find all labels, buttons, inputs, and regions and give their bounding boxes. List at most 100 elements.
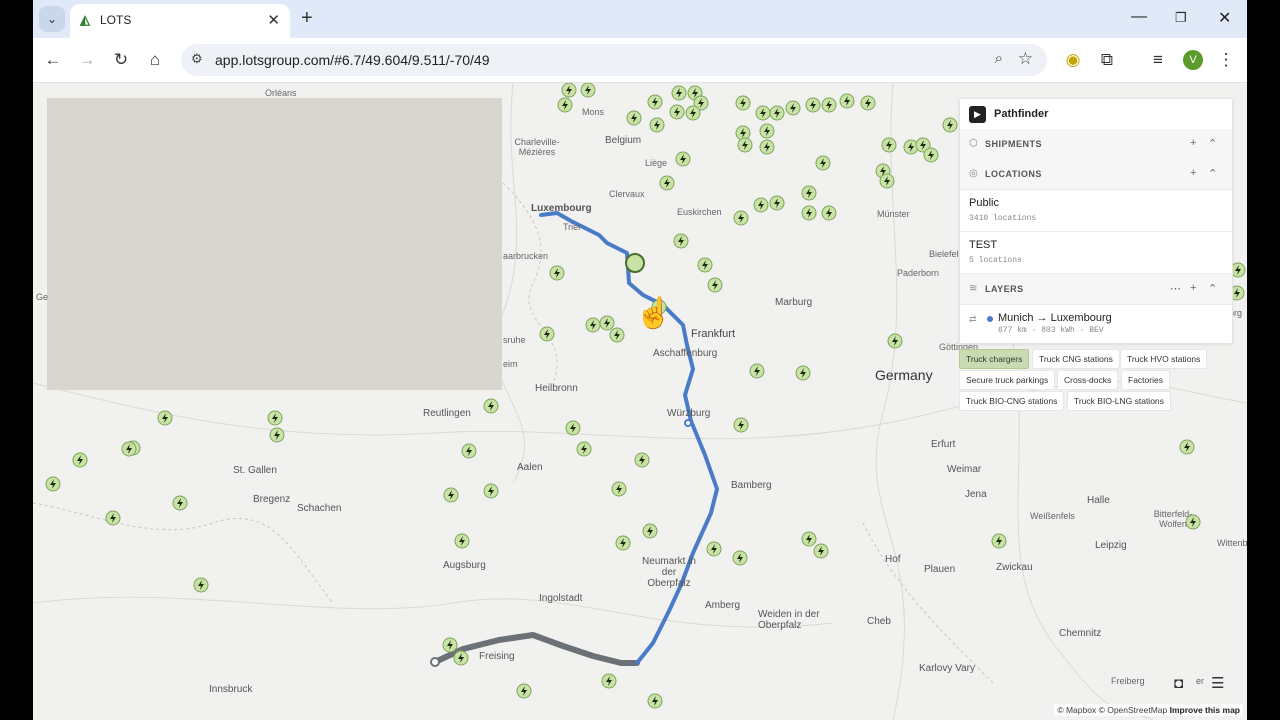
assistant-bot-icon[interactable]: ◘	[1174, 675, 1183, 692]
map-label-munster: Münster	[877, 209, 910, 219]
filter-chip-truck-chargers[interactable]: Truck chargers	[959, 349, 1030, 369]
extension-icon[interactable]: ◉	[1061, 48, 1085, 72]
home-icon[interactable]: ⌂	[143, 48, 167, 72]
filter-chip-truck-hvo[interactable]: Truck HVO stations	[1120, 349, 1208, 369]
map-label-bitterfeld: Bitterfeld-Wolfen	[1153, 509, 1193, 529]
map-label-aschaffenburg: Aschaffenburg	[653, 348, 718, 359]
filter-chip-secure-parkings[interactable]: Secure truck parkings	[959, 370, 1056, 390]
collapse-locations-icon[interactable]: ⌃	[1208, 167, 1217, 180]
zoom-icon[interactable]: ⌕	[995, 50, 1003, 67]
minimize-icon[interactable]: —	[1131, 8, 1147, 26]
media-control-icon[interactable]: ≡	[1146, 48, 1170, 72]
blank-overlay-panel	[47, 98, 502, 390]
map-label-heilbronn: Heilbronn	[535, 383, 578, 394]
map-label-luxembourg: Luxembourg	[531, 203, 592, 214]
map-label-wurzburg: Würzburg	[667, 408, 711, 419]
layer-color-dot	[987, 316, 993, 322]
forward-icon[interactable]: →	[75, 48, 99, 72]
extensions-puzzle-icon[interactable]: ⧉	[1095, 48, 1119, 72]
pin-icon: ◎	[969, 168, 978, 179]
map-label-euskirchen: Euskirchen	[677, 207, 722, 217]
map-label-zwickau: Zwickau	[996, 562, 1033, 573]
collapse-shipments-icon[interactable]: ⌃	[1208, 137, 1217, 150]
tab-title: LOTS	[100, 13, 132, 27]
pathfinder-logo-icon: ▶	[969, 106, 986, 123]
add-layer-icon[interactable]: +	[1190, 282, 1196, 294]
new-tab-button[interactable]: +	[301, 8, 313, 28]
menu-kebab-icon[interactable]: ⋮	[1214, 48, 1238, 72]
map-label-augsburg: Augsburg	[443, 560, 486, 571]
map-label-saarbrucken: aarbrucken	[503, 251, 549, 261]
tab-close-icon[interactable]: ✕	[267, 11, 280, 29]
improve-map-link[interactable]: Improve this map	[1170, 705, 1240, 715]
filter-chip-factories[interactable]: Factories	[1121, 370, 1170, 390]
charger-marker-selected	[625, 253, 645, 273]
browser-window: ⌄ ◭ LOTS ✕ + — ❐ ✕ ← → ↻ ⌂ ⚙ app.lotsgro…	[33, 0, 1247, 720]
map-label-leipzig: Leipzig	[1095, 540, 1127, 551]
filter-chip-bio-cng[interactable]: Truck BIO-CNG stations	[959, 391, 1065, 411]
tab-search-icon[interactable]: ⌄	[39, 6, 65, 32]
collapse-layers-icon[interactable]: ⌃	[1208, 282, 1217, 295]
map-label-belgium: Belgium	[605, 135, 642, 146]
site-info-icon[interactable]: ⚙	[191, 51, 203, 67]
shipments-label: SHIPMENTS	[985, 139, 1043, 149]
map-label-neumarkt: Neumarkt in der Oberpfalz	[642, 556, 696, 589]
location-name: TEST	[969, 239, 998, 251]
location-item-public[interactable]: Public 3410 locations	[960, 190, 1232, 232]
map-label-freising: Freising	[479, 651, 515, 662]
map-menu-icon[interactable]: ☰	[1211, 674, 1224, 692]
map-label-trier: Trier	[563, 222, 582, 232]
map-label-stgallen: St. Gallen	[233, 465, 277, 476]
map-label-ingolstadt: Ingolstadt	[539, 593, 583, 604]
locations-section[interactable]: ◎ LOCATIONS + ⌃	[960, 159, 1232, 190]
box-icon: ⬡	[969, 138, 978, 149]
filter-chip-bio-lng[interactable]: Truck BIO-LNG stations	[1067, 391, 1171, 411]
map-label-frankfurt: Frankfurt	[691, 328, 736, 340]
map-label-clervaux: Clervaux	[609, 189, 645, 199]
map-label-er: er	[1196, 676, 1205, 686]
add-location-icon[interactable]: +	[1190, 167, 1196, 179]
filter-chip-truck-cng[interactable]: Truck CNG stations	[1032, 349, 1120, 369]
map-label-weissenfels: Weißenfels	[1030, 511, 1075, 521]
add-shipment-icon[interactable]: +	[1190, 137, 1196, 149]
map-label-amberg: Amberg	[705, 600, 741, 611]
restore-icon[interactable]: ❐	[1175, 10, 1187, 26]
layer-item-route[interactable]: ⇄ Munich → Luxembourg 677 km · 803 kWh ·…	[960, 305, 1232, 342]
map-label-charleville: Charleville-Mézières	[514, 137, 560, 157]
location-item-test[interactable]: TEST 5 locations	[960, 232, 1232, 274]
profile-avatar[interactable]: V	[1183, 50, 1203, 70]
map-label-liege: Liège	[645, 158, 668, 168]
map-label-freiberg: Freiberg	[1111, 676, 1145, 686]
address-bar[interactable]: ⚙ app.lotsgroup.com/#6.7/49.604/9.511/-7…	[181, 44, 1047, 76]
shipments-section[interactable]: ⬡ SHIPMENTS + ⌃	[960, 129, 1232, 160]
layers-section[interactable]: ≋ LAYERS ⋯ + ⌃	[960, 274, 1232, 305]
map-attribution: © Mapbox © OpenStreetMap Improve this ma…	[1054, 704, 1243, 716]
map-label-jena: Jena	[965, 489, 987, 500]
map-label-weimar: Weimar	[947, 464, 982, 475]
back-icon[interactable]: ←	[41, 48, 65, 72]
layers-more-icon[interactable]: ⋯	[1170, 282, 1181, 295]
bookmark-star-icon[interactable]: ☆	[1018, 49, 1033, 69]
tab-lots[interactable]: ◭ LOTS ✕	[70, 4, 290, 38]
map-label-chemnitz: Chemnitz	[1059, 628, 1102, 639]
reload-icon[interactable]: ↻	[109, 48, 133, 72]
map-canvas[interactable]: Belgium Luxembourg Germany Frankfurt Asc…	[33, 83, 1247, 720]
map-label-erfurt: Erfurt	[931, 439, 956, 450]
pathfinder-title: Pathfinder	[994, 108, 1049, 120]
map-label-bregenz: Bregenz	[253, 494, 291, 505]
map-label-reutlingen: Reutlingen	[423, 408, 471, 419]
map-label-schachen: Schachen	[297, 503, 342, 514]
filter-chip-cross-docks[interactable]: Cross-docks	[1057, 370, 1119, 390]
map-label-halle: Halle	[1087, 495, 1110, 506]
url-text[interactable]: app.lotsgroup.com/#6.7/49.604/9.511/-70/…	[215, 52, 490, 68]
map-label-innsbruck: Innsbruck	[209, 684, 253, 695]
window-close-icon[interactable]: ✕	[1218, 8, 1231, 28]
osm-attribution[interactable]: © OpenStreetMap	[1099, 705, 1168, 715]
mapbox-attribution[interactable]: © Mapbox	[1057, 705, 1096, 715]
map-label-karlovy: Karlovy Vary	[919, 663, 975, 674]
map-label-bamberg: Bamberg	[731, 480, 772, 491]
lots-favicon-icon: ◭	[80, 12, 90, 27]
map-label-wittenberg: Wittenberg	[1217, 538, 1247, 548]
location-count: 3410 locations	[969, 214, 1037, 223]
layer-name: Munich → Luxembourg	[998, 312, 1112, 324]
